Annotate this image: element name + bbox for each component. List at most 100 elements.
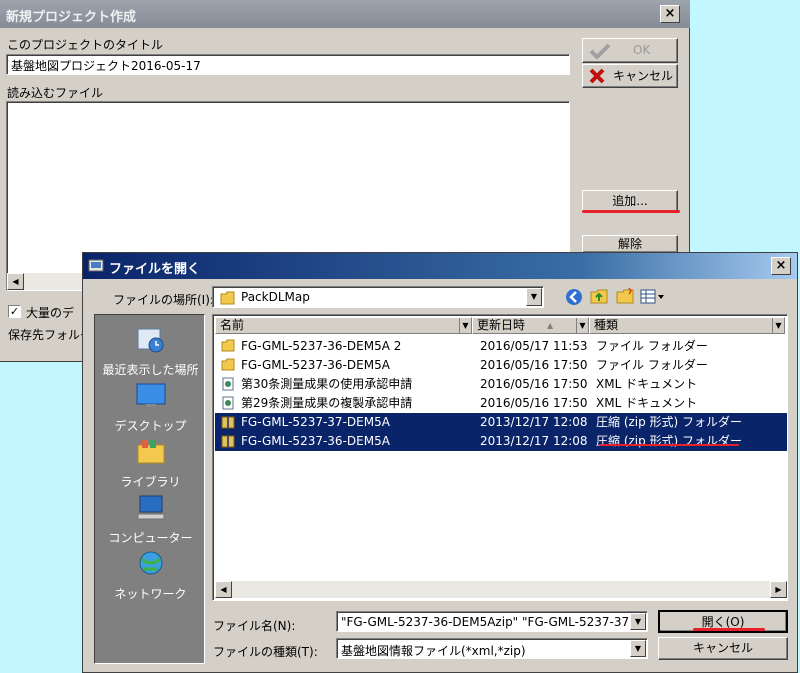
place-computer-label: コンピューター: [108, 531, 193, 545]
open-file-dialog: ファイルを開く × ファイルの場所(I): PackDLMap ▼ 最近表示した…: [82, 252, 798, 673]
network-icon: [139, 551, 162, 575]
column-header-name[interactable]: 名前 ▼: [215, 317, 472, 334]
scroll-left-button[interactable]: ◀: [7, 273, 24, 290]
places-bar: 最近表示した場所 デスクトップ ライブラリ コンピューター ネットワーク: [94, 314, 205, 664]
zip-type-annotation: [599, 444, 739, 446]
folder-icon: [220, 291, 235, 305]
place-network[interactable]: ネットワーク: [95, 549, 206, 602]
file-name: FG-GML-5237-36-DEM5A: [241, 358, 390, 372]
place-desktop-label: デスクトップ: [114, 419, 187, 433]
file-row[interactable]: FG-GML-5237-36-DEM5A 2013/12/17 12:08 圧縮 (…: [215, 432, 787, 451]
place-recent-label: 最近表示した場所: [102, 363, 199, 377]
add-button[interactable]: 追加...: [582, 190, 678, 212]
filename-dropdown-icon[interactable]: ▼: [630, 613, 646, 630]
file-type: ファイル フォルダー: [596, 339, 708, 353]
place-libraries-label: ライブラリ: [120, 475, 181, 489]
place-desktop[interactable]: デスクトップ: [95, 381, 206, 434]
file-name: 第29条測量成果の複製承認申請: [241, 396, 413, 410]
filetype-select[interactable]: 基盤地図情報ファイル(*xml,*zip) ▼: [336, 638, 648, 659]
cancel-label: キャンセル: [613, 69, 674, 83]
file-row[interactable]: FG-GML-5237-36-DEM5A 2 2016/05/17 11:53 ファ…: [215, 337, 787, 356]
filename-input[interactable]: "FG-GML-5237-36-DEM5Azip" "FG-GML-5237-3…: [336, 611, 648, 632]
file-date: 2016/05/16 17:50: [480, 396, 588, 410]
sort-indicator-icon: ▲: [547, 321, 554, 330]
filetype-value: 基盤地図情報ファイル(*xml,*zip): [341, 644, 526, 658]
place-network-label: ネットワーク: [114, 587, 187, 601]
column-header-date-dropdown-icon[interactable]: ▼: [576, 318, 588, 333]
view-menu-icon[interactable]: [640, 289, 666, 305]
file-name: 第30条測量成果の使用承認申請: [241, 377, 413, 391]
place-libraries[interactable]: ライブラリ: [95, 437, 206, 490]
project-dialog-title: 新規プロジェクト作成: [6, 10, 137, 25]
column-header-date[interactable]: 更新日時 ▲ ▼: [472, 317, 589, 334]
filename-value: "FG-GML-5237-36-DEM5Azip" "FG-GML-5237-3…: [341, 615, 630, 629]
file-date: 2013/12/17 12:08: [480, 415, 588, 429]
open-title-bar[interactable]: ファイルを開く ×: [83, 253, 797, 279]
computer-icon: [137, 495, 164, 520]
open-close-button[interactable]: ×: [771, 257, 791, 275]
project-title-input[interactable]: 基盤地図プロジェクト2016-05-17: [6, 54, 570, 75]
file-list-hscroll[interactable]: ◀ ▶: [215, 581, 787, 598]
new-folder-icon[interactable]: [615, 287, 635, 305]
file-type: 圧縮 (zip 形式) フォルダー: [596, 415, 743, 429]
column-header-type[interactable]: 種類 ▼: [589, 317, 785, 334]
check-icon: [589, 43, 611, 59]
up-folder-icon[interactable]: [589, 287, 609, 305]
file-row[interactable]: FG-GML-5237-36-DEM5A 2016/05/16 17:50 ファイル…: [215, 356, 787, 375]
recent-places-icon: [137, 328, 163, 353]
file-name: FG-GML-5237-36-DEM5A 2: [241, 339, 402, 353]
file-name: FG-GML-5237-37-DEM5A: [241, 415, 390, 429]
filename-label: ファイル名(N):: [213, 619, 296, 633]
column-header-type-label: 種類: [594, 318, 619, 332]
place-recent[interactable]: 最近表示した場所: [95, 325, 206, 378]
remove-button[interactable]: 解除: [582, 235, 678, 253]
save-folder-label: 保存先フォルダ: [8, 328, 93, 342]
file-date: 2016/05/17 11:53: [480, 339, 588, 353]
file-name: FG-GML-5237-36-DEM5A: [241, 434, 390, 448]
cancel-button[interactable]: キャンセル: [582, 64, 678, 88]
file-type: ファイル フォルダー: [596, 358, 708, 372]
app-icon: [88, 259, 104, 272]
column-header-type-dropdown-icon[interactable]: ▼: [772, 318, 784, 333]
libraries-icon: [137, 440, 164, 464]
files-label: 読み込むファイル: [7, 86, 104, 100]
file-row[interactable]: 第30条測量成果の使用承認申請 2016/05/16 17:50 XML ドキュメン…: [215, 375, 787, 394]
zip-folder-icon: [221, 434, 235, 454]
open-button-annotation: [693, 628, 765, 631]
desktop-icon: [136, 383, 165, 407]
cross-icon: [589, 68, 605, 84]
back-icon[interactable]: [565, 288, 583, 306]
column-header-name-label: 名前: [220, 318, 245, 332]
place-computer[interactable]: コンピューター: [95, 493, 206, 546]
project-title-label: このプロジェクトのタイトル: [7, 38, 164, 52]
open-dialog-title: ファイルを開く: [109, 262, 201, 277]
file-date: 2016/05/16 17:50: [480, 358, 588, 372]
project-close-button[interactable]: ×: [660, 5, 680, 23]
file-list[interactable]: 名前 ▼ 更新日時 ▲ ▼ 種類 ▼ FG-GML-5237-36-DEM5A …: [212, 314, 788, 601]
project-title-value: 基盤地図プロジェクト2016-05-17: [11, 59, 201, 73]
file-type: XML ドキュメント: [596, 396, 698, 410]
add-button-annotation: [582, 210, 680, 213]
file-date: 2016/05/16 17:50: [480, 377, 588, 391]
filetype-label: ファイルの種類(T):: [213, 645, 318, 659]
filetype-dropdown-icon[interactable]: ▼: [630, 640, 646, 657]
location-select[interactable]: PackDLMap ▼: [212, 286, 544, 308]
column-header-name-dropdown-icon[interactable]: ▼: [459, 318, 471, 333]
location-dropdown-icon[interactable]: ▼: [526, 288, 542, 306]
file-type: 圧縮 (zip 形式) フォルダー: [596, 434, 743, 448]
file-date: 2013/12/17 12:08: [480, 434, 588, 448]
bulk-label: 大量のデ: [26, 306, 75, 320]
ok-button[interactable]: OK: [582, 38, 678, 63]
column-header-date-label: 更新日時: [477, 318, 526, 332]
location-label: ファイルの場所(I):: [113, 293, 214, 307]
file-type: XML ドキュメント: [596, 377, 698, 391]
project-title-bar[interactable]: 新規プロジェクト作成 ×: [0, 0, 690, 28]
scroll-left-button[interactable]: ◀: [215, 581, 232, 598]
scroll-right-button[interactable]: ▶: [770, 581, 787, 598]
file-row[interactable]: FG-GML-5237-37-DEM5A 2013/12/17 12:08 圧縮 (…: [215, 413, 787, 432]
file-row[interactable]: 第29条測量成果の複製承認申請 2016/05/16 17:50 XML ドキュメン…: [215, 394, 787, 413]
location-value: PackDLMap: [241, 290, 310, 304]
open-cancel-button[interactable]: キャンセル: [658, 637, 788, 660]
bulk-checkbox[interactable]: ✓: [8, 305, 21, 318]
ok-label: OK: [633, 43, 651, 57]
